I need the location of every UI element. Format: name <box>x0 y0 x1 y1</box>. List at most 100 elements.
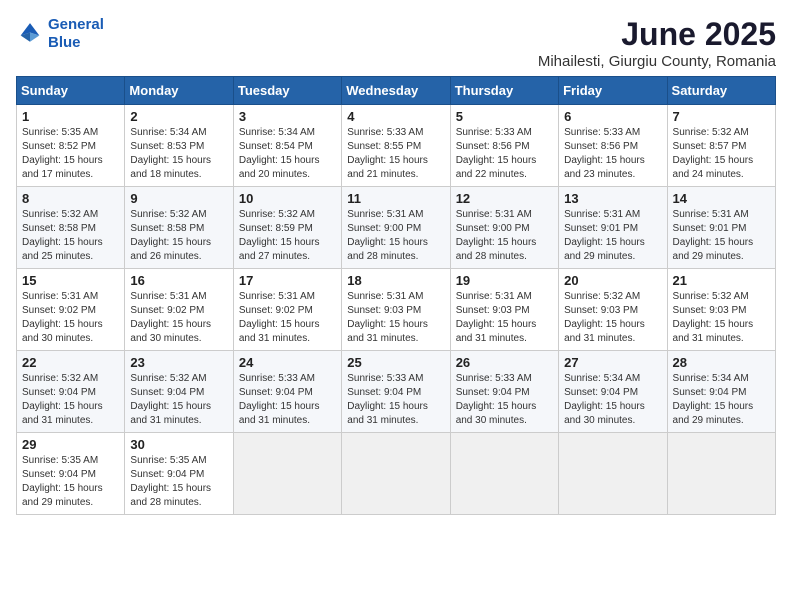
day-info: Sunrise: 5:33 AMSunset: 8:56 PMDaylight:… <box>456 126 553 182</box>
page-title: June 2025 <box>538 16 776 53</box>
day-info: Sunrise: 5:35 AMSunset: 9:04 PMDaylight:… <box>130 454 227 510</box>
day-info: Sunrise: 5:34 AMSunset: 9:04 PMDaylight:… <box>673 372 770 428</box>
day-info: Sunrise: 5:34 AMSunset: 9:04 PMDaylight:… <box>564 372 661 428</box>
logo-icon <box>16 20 44 48</box>
day-number: 22 <box>22 355 119 370</box>
day-number: 29 <box>22 437 119 452</box>
day-number: 19 <box>456 273 553 288</box>
page-header: General Blue June 2025 Mihailesti, Giurg… <box>16 16 776 70</box>
day-info: Sunrise: 5:35 AMSunset: 9:04 PMDaylight:… <box>22 454 119 510</box>
day-info: Sunrise: 5:33 AMSunset: 8:55 PMDaylight:… <box>347 126 444 182</box>
calendar-day: 23 Sunrise: 5:32 AMSunset: 9:04 PMDayligh… <box>125 351 233 433</box>
day-info: Sunrise: 5:32 AMSunset: 8:57 PMDaylight:… <box>673 126 770 182</box>
weekday-header: Thursday <box>450 77 558 105</box>
calendar-day <box>342 433 450 515</box>
calendar-week-row: 8 Sunrise: 5:32 AMSunset: 8:58 PMDaylight… <box>17 187 776 269</box>
calendar-header-row: SundayMondayTuesdayWednesdayThursdayFrid… <box>17 77 776 105</box>
calendar-day: 1 Sunrise: 5:35 AMSunset: 8:52 PMDaylight… <box>17 105 125 187</box>
page-subtitle: Mihailesti, Giurgiu County, Romania <box>538 53 776 70</box>
day-info: Sunrise: 5:32 AMSunset: 9:04 PMDaylight:… <box>22 372 119 428</box>
logo: General Blue <box>16 16 104 52</box>
day-number: 3 <box>239 109 336 124</box>
day-info: Sunrise: 5:31 AMSunset: 9:03 PMDaylight:… <box>347 290 444 346</box>
day-info: Sunrise: 5:31 AMSunset: 9:02 PMDaylight:… <box>130 290 227 346</box>
day-number: 20 <box>564 273 661 288</box>
day-info: Sunrise: 5:32 AMSunset: 8:58 PMDaylight:… <box>22 208 119 264</box>
calendar-day <box>667 433 775 515</box>
calendar-day: 29 Sunrise: 5:35 AMSunset: 9:04 PMDayligh… <box>17 433 125 515</box>
day-number: 28 <box>673 355 770 370</box>
day-number: 2 <box>130 109 227 124</box>
day-number: 30 <box>130 437 227 452</box>
calendar-day: 5 Sunrise: 5:33 AMSunset: 8:56 PMDaylight… <box>450 105 558 187</box>
calendar-day: 21 Sunrise: 5:32 AMSunset: 9:03 PMDayligh… <box>667 269 775 351</box>
calendar-day: 20 Sunrise: 5:32 AMSunset: 9:03 PMDayligh… <box>559 269 667 351</box>
logo-line1: General <box>48 16 104 33</box>
calendar-day: 10 Sunrise: 5:32 AMSunset: 8:59 PMDayligh… <box>233 187 341 269</box>
day-info: Sunrise: 5:32 AMSunset: 9:03 PMDaylight:… <box>564 290 661 346</box>
calendar-day: 7Sunrise: 5:32 AMSunset: 8:57 PMDaylight… <box>667 105 775 187</box>
day-info: Sunrise: 5:31 AMSunset: 9:01 PMDaylight:… <box>564 208 661 264</box>
calendar-day: 26 Sunrise: 5:33 AMSunset: 9:04 PMDayligh… <box>450 351 558 433</box>
weekday-header: Saturday <box>667 77 775 105</box>
day-number: 26 <box>456 355 553 370</box>
calendar-day: 8 Sunrise: 5:32 AMSunset: 8:58 PMDaylight… <box>17 187 125 269</box>
calendar-day <box>233 433 341 515</box>
day-number: 21 <box>673 273 770 288</box>
day-number: 23 <box>130 355 227 370</box>
day-info: Sunrise: 5:33 AMSunset: 8:56 PMDaylight:… <box>564 126 661 182</box>
calendar-day: 9 Sunrise: 5:32 AMSunset: 8:58 PMDaylight… <box>125 187 233 269</box>
day-number: 4 <box>347 109 444 124</box>
day-number: 25 <box>347 355 444 370</box>
day-info: Sunrise: 5:32 AMSunset: 8:59 PMDaylight:… <box>239 208 336 264</box>
day-number: 9 <box>130 191 227 206</box>
weekday-header: Tuesday <box>233 77 341 105</box>
calendar-day <box>559 433 667 515</box>
calendar-day: 18 Sunrise: 5:31 AMSunset: 9:03 PMDayligh… <box>342 269 450 351</box>
calendar-day: 13Sunrise: 5:31 AMSunset: 9:01 PMDayligh… <box>559 187 667 269</box>
day-number: 17 <box>239 273 336 288</box>
day-number: 12 <box>456 191 553 206</box>
day-number: 18 <box>347 273 444 288</box>
day-info: Sunrise: 5:35 AMSunset: 8:52 PMDaylight:… <box>22 126 119 182</box>
calendar-table: SundayMondayTuesdayWednesdayThursdayFrid… <box>16 76 776 515</box>
calendar-day: 22 Sunrise: 5:32 AMSunset: 9:04 PMDayligh… <box>17 351 125 433</box>
day-number: 14 <box>673 191 770 206</box>
day-number: 27 <box>564 355 661 370</box>
logo-line2: Blue <box>48 34 81 51</box>
calendar-day: 12 Sunrise: 5:31 AMSunset: 9:00 PMDayligh… <box>450 187 558 269</box>
day-info: Sunrise: 5:33 AMSunset: 9:04 PMDaylight:… <box>456 372 553 428</box>
day-number: 5 <box>456 109 553 124</box>
weekday-header: Monday <box>125 77 233 105</box>
day-info: Sunrise: 5:31 AMSunset: 9:02 PMDaylight:… <box>239 290 336 346</box>
day-info: Sunrise: 5:32 AMSunset: 8:58 PMDaylight:… <box>130 208 227 264</box>
calendar-day <box>450 433 558 515</box>
calendar-week-row: 15Sunrise: 5:31 AMSunset: 9:02 PMDayligh… <box>17 269 776 351</box>
day-info: Sunrise: 5:31 AMSunset: 9:03 PMDaylight:… <box>456 290 553 346</box>
day-number: 8 <box>22 191 119 206</box>
day-info: Sunrise: 5:32 AMSunset: 9:03 PMDaylight:… <box>673 290 770 346</box>
calendar-week-row: 22 Sunrise: 5:32 AMSunset: 9:04 PMDayligh… <box>17 351 776 433</box>
day-info: Sunrise: 5:34 AMSunset: 8:54 PMDaylight:… <box>239 126 336 182</box>
calendar-week-row: 29 Sunrise: 5:35 AMSunset: 9:04 PMDayligh… <box>17 433 776 515</box>
calendar-week-row: 1 Sunrise: 5:35 AMSunset: 8:52 PMDaylight… <box>17 105 776 187</box>
day-info: Sunrise: 5:32 AMSunset: 9:04 PMDaylight:… <box>130 372 227 428</box>
calendar-day: 17 Sunrise: 5:31 AMSunset: 9:02 PMDayligh… <box>233 269 341 351</box>
calendar-day: 16Sunrise: 5:31 AMSunset: 9:02 PMDayligh… <box>125 269 233 351</box>
calendar-day: 2Sunrise: 5:34 AMSunset: 8:53 PMDaylight… <box>125 105 233 187</box>
calendar-day: 27 Sunrise: 5:34 AMSunset: 9:04 PMDayligh… <box>559 351 667 433</box>
weekday-header: Wednesday <box>342 77 450 105</box>
logo-text: General Blue <box>48 16 104 52</box>
day-number: 10 <box>239 191 336 206</box>
day-info: Sunrise: 5:31 AMSunset: 9:00 PMDaylight:… <box>456 208 553 264</box>
day-info: Sunrise: 5:33 AMSunset: 9:04 PMDaylight:… <box>347 372 444 428</box>
day-info: Sunrise: 5:31 AMSunset: 9:01 PMDaylight:… <box>673 208 770 264</box>
calendar-day: 14 Sunrise: 5:31 AMSunset: 9:01 PMDayligh… <box>667 187 775 269</box>
day-number: 11 <box>347 191 444 206</box>
calendar-day: 4 Sunrise: 5:33 AMSunset: 8:55 PMDaylight… <box>342 105 450 187</box>
day-number: 6 <box>564 109 661 124</box>
day-info: Sunrise: 5:31 AMSunset: 9:00 PMDaylight:… <box>347 208 444 264</box>
calendar-day: 11 Sunrise: 5:31 AMSunset: 9:00 PMDayligh… <box>342 187 450 269</box>
calendar-day: 24Sunrise: 5:33 AMSunset: 9:04 PMDayligh… <box>233 351 341 433</box>
day-number: 1 <box>22 109 119 124</box>
